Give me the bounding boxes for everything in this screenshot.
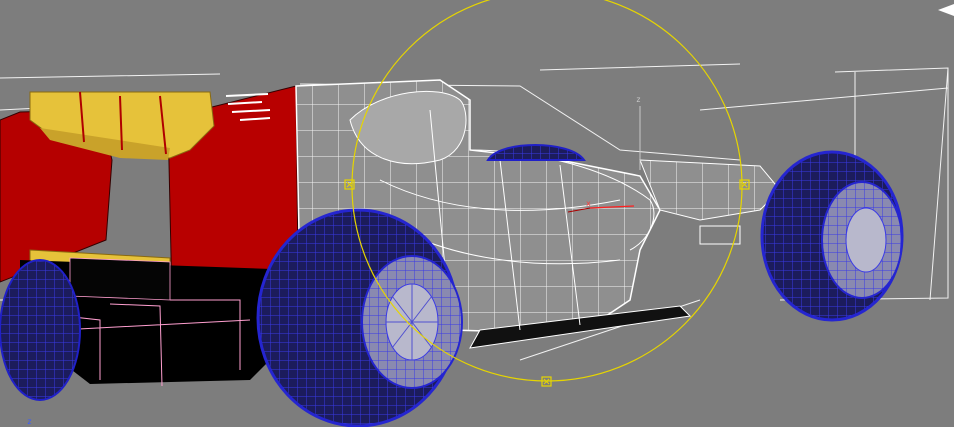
3d-viewport[interactable]: z x z <box>0 0 954 427</box>
gizmo-x-axis-label: x <box>586 199 591 208</box>
world-axis-z-label: z <box>27 417 32 426</box>
front-left-tire[interactable] <box>486 144 586 161</box>
scene-canvas[interactable] <box>0 0 954 427</box>
viewport-corner-artifact <box>938 4 954 16</box>
front-right-tire[interactable] <box>760 150 904 322</box>
gizmo-z-axis-label: z <box>636 95 641 104</box>
rear-left-tire[interactable] <box>0 259 81 401</box>
